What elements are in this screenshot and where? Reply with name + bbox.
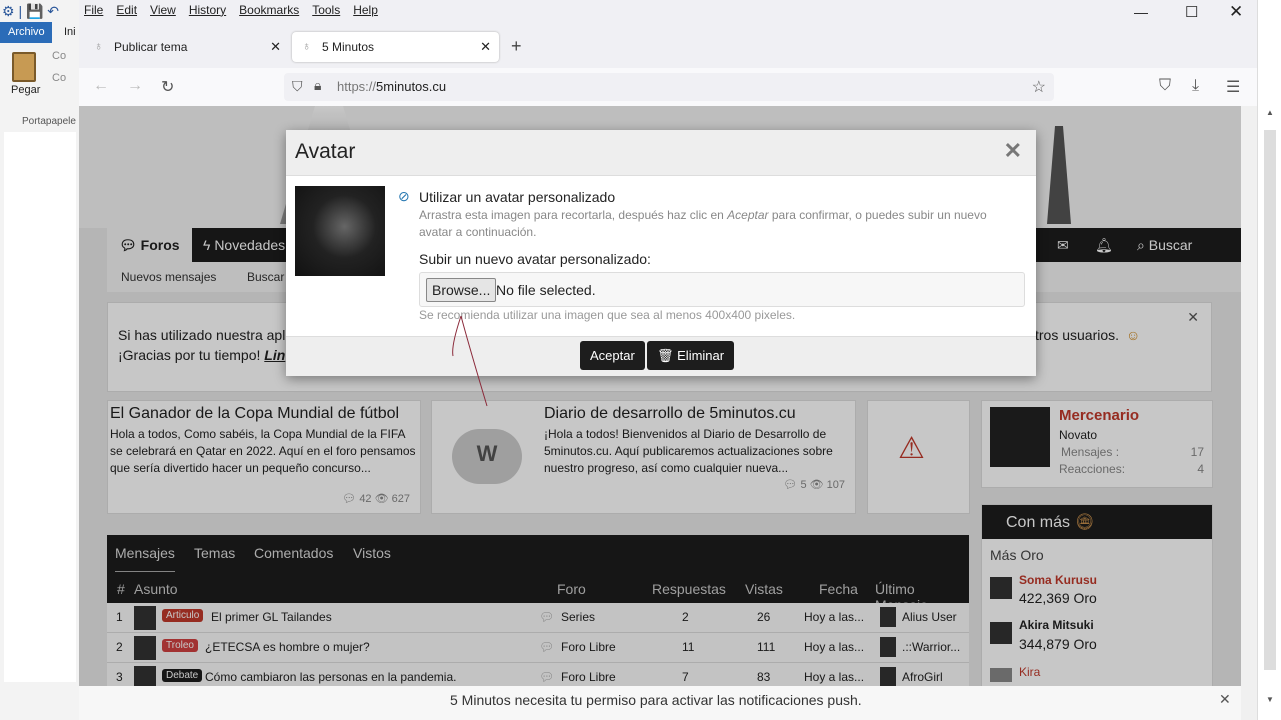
web-page: 💬︎ Foros ϟ Novedades ✉ 🔔︎ ⌕ Buscar Nuevo… (79, 106, 1241, 686)
custom-avatar-radio[interactable]: ⊘ (398, 188, 410, 205)
background-window-scrollbar[interactable]: ▲ ▼ (1257, 0, 1281, 720)
copy-button[interactable]: Co (52, 72, 66, 84)
navigation-toolbar: ← → ↻ ⛉ 🔒︎ https://5minutos.cu ☆ ⛉ ⤓ ☰ (79, 68, 1257, 106)
accept-button[interactable]: Aceptar (580, 341, 645, 370)
url-host: 5minutos.cu (376, 79, 447, 94)
tab-title: 5 Minutos (322, 40, 375, 54)
menu-edit[interactable]: Edit (116, 0, 137, 17)
tab-publicar-tema[interactable]: ♁ Publicar tema ✕ (84, 32, 289, 62)
tab-title: Publicar tema (114, 40, 188, 54)
quick-access-toolbar: ⚙ | 💾 ↶ (2, 3, 60, 19)
desc-text: Arrastra esta imagen para recortarla, de… (419, 208, 728, 222)
menu-bar: File Edit View History Bookmarks Tools Help (79, 0, 1079, 22)
delete-button[interactable]: 🗑︎ Eliminar (647, 341, 735, 370)
bookmark-star-icon[interactable]: ☆ (1032, 77, 1046, 97)
shield-icon[interactable]: ⛉ (292, 78, 303, 95)
scroll-down-icon[interactable]: ▼ (1266, 695, 1274, 704)
drawn-annotation-line (452, 315, 488, 407)
home-tab[interactable]: Ini (64, 26, 76, 38)
browser-window: File Edit View History Bookmarks Tools Help — … (79, 0, 1257, 720)
clipboard-group-label: Portapapele (22, 116, 76, 127)
site-favicon-icon: ♁ (302, 39, 311, 53)
browse-button[interactable]: Browse... (426, 278, 497, 302)
back-icon[interactable]: ← (93, 77, 109, 95)
avatar-dialog: Avatar ✕ ⊘ Utilizar un avatar personaliz… (286, 130, 1036, 376)
current-avatar-image[interactable] (295, 186, 385, 276)
app-menu-icon[interactable]: ☰ (1226, 77, 1240, 97)
close-window-button[interactable]: ✕ (1229, 2, 1243, 22)
close-tab-icon[interactable]: ✕ (480, 39, 491, 55)
pocket-icon[interactable]: ⛉ (1159, 77, 1171, 95)
trash-icon: 🗑︎ (657, 348, 674, 363)
upload-label: Subir un nuevo avatar personalizado: (419, 251, 651, 267)
url-bar[interactable]: ⛉ 🔒︎ https://5minutos.cu ☆ (284, 73, 1054, 101)
menu-help[interactable]: Help (353, 0, 378, 17)
close-dialog-icon[interactable]: ✕ (1004, 138, 1022, 164)
maximize-button[interactable]: ☐ (1185, 3, 1198, 21)
document-area (4, 132, 76, 682)
tab-5-minutos[interactable]: ♁ 5 Minutos ✕ (292, 32, 499, 62)
background-office-app: ⚙ | 💾 ↶ Archivo Ini Co Co Pegar Portapap… (0, 0, 80, 720)
minimize-button[interactable]: — (1134, 4, 1148, 20)
push-notice-text: 5 Minutos necesita tu permiso para activ… (450, 692, 862, 708)
dialog-title: Avatar (295, 140, 356, 163)
tab-strip: ♁ Publicar tema ✕ ♁ 5 Minutos ✕ + (79, 32, 1257, 64)
scroll-thumb[interactable] (1264, 130, 1276, 670)
menu-view[interactable]: View (150, 0, 176, 17)
forward-icon[interactable]: → (127, 77, 143, 95)
file-tab[interactable]: Archivo (0, 22, 52, 43)
menu-history[interactable]: History (189, 0, 226, 17)
close-tab-icon[interactable]: ✕ (270, 39, 281, 55)
paste-icon[interactable] (12, 52, 36, 82)
dialog-header (286, 130, 1036, 176)
delete-label: Eliminar (677, 348, 725, 363)
download-icon[interactable]: ⤓ (1192, 77, 1199, 95)
close-push-bar-icon[interactable]: ✕ (1219, 691, 1231, 708)
reload-icon[interactable]: ↻ (161, 77, 174, 97)
scroll-up-icon[interactable]: ▲ (1266, 108, 1274, 117)
lock-icon[interactable]: 🔒︎ (314, 77, 321, 94)
menu-file[interactable]: File (84, 0, 103, 17)
url-scheme: https:// (337, 79, 377, 94)
desc-emphasis: Aceptar (727, 208, 769, 222)
new-tab-button[interactable]: + (511, 36, 522, 57)
dialog-footer: Aceptar 🗑︎ Eliminar (286, 336, 1036, 376)
page-scrollbar[interactable] (1241, 106, 1257, 720)
push-notification-bar: 5 Minutos necesita tu permiso para activ… (79, 686, 1241, 720)
dialog-description: Arrastra esta imagen para recortarla, de… (419, 207, 1009, 241)
cut-button[interactable]: Co (52, 50, 66, 62)
menu-tools[interactable]: Tools (312, 0, 340, 17)
file-input[interactable]: Browse... No file selected. (419, 272, 1025, 307)
site-favicon-icon: ♁ (94, 39, 103, 53)
menu-bookmarks[interactable]: Bookmarks (239, 0, 299, 17)
paste-button[interactable]: Pegar (11, 84, 40, 96)
custom-avatar-label[interactable]: Utilizar un avatar personalizado (419, 189, 615, 205)
file-status: No file selected. (496, 282, 596, 298)
